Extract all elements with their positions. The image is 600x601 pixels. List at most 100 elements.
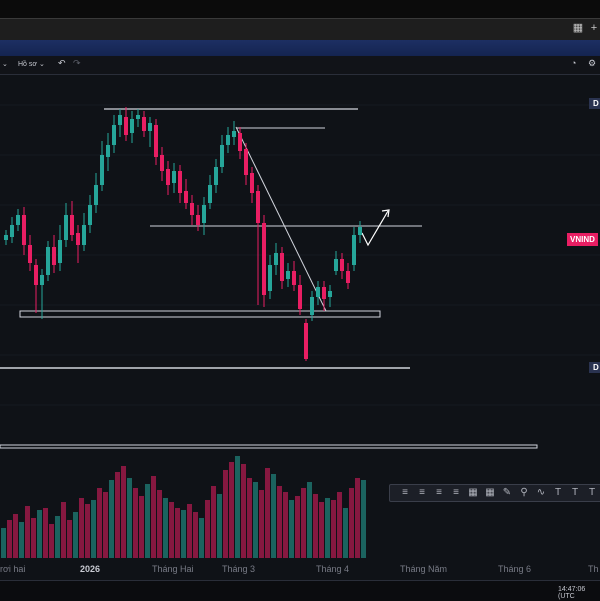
- candle-body: [70, 215, 74, 235]
- candle-body: [10, 225, 14, 237]
- candle-body: [286, 271, 290, 279]
- volume-bar: [337, 492, 342, 558]
- grid-icon[interactable]: ▦: [571, 21, 585, 35]
- candle-body: [28, 245, 32, 263]
- volume-bar: [103, 492, 108, 558]
- text-icon[interactable]: T: [585, 486, 599, 500]
- volume-bar: [55, 516, 60, 558]
- alarm-icon[interactable]: ◔: [571, 58, 576, 68]
- plus-icon[interactable]: +: [587, 21, 600, 35]
- volume-bar: [355, 478, 360, 558]
- volume-bar: [19, 522, 24, 558]
- volume-bar: [283, 492, 288, 558]
- clock-readout: 14:47:06 (UTC: [558, 586, 586, 600]
- volume-bar: [145, 484, 150, 558]
- volume-bar: [49, 524, 54, 558]
- volume-bar: [169, 502, 174, 558]
- text-icon[interactable]: T: [551, 486, 565, 500]
- time-axis-label: Tháng 3: [222, 564, 256, 574]
- candle-body: [94, 185, 98, 205]
- align-left-icon[interactable]: ≡: [398, 486, 412, 500]
- volume-bar: [127, 478, 132, 558]
- volume-bar: [193, 512, 198, 558]
- candle-body: [232, 131, 236, 137]
- volume-bar: [73, 512, 78, 558]
- volume-bar: [295, 496, 300, 558]
- volume-bar: [31, 518, 36, 558]
- volume-bar: [235, 456, 240, 558]
- align-right-icon[interactable]: ≡: [432, 486, 446, 500]
- volume-bar: [25, 506, 30, 558]
- candle-body: [166, 169, 170, 185]
- volume-bar: [151, 476, 156, 558]
- candle-body: [178, 171, 182, 193]
- volume-bar: [79, 498, 84, 558]
- grid-icon[interactable]: ▦: [466, 486, 480, 500]
- candle-body: [322, 287, 326, 299]
- candle-body: [130, 119, 134, 133]
- candle-body: [334, 259, 338, 271]
- volume-bar: [61, 502, 66, 558]
- volume-bar: [97, 488, 102, 558]
- candle-body: [82, 225, 86, 245]
- volume-bar: [361, 480, 366, 558]
- link-icon[interactable]: ⚲: [517, 486, 531, 500]
- volume-bar: [331, 500, 336, 558]
- volume-bar: [187, 504, 192, 558]
- projection-arrow: [361, 210, 389, 247]
- candle-body: [100, 155, 104, 185]
- time-axis-label: Tháng Năm: [400, 564, 448, 574]
- volume-bar: [349, 488, 354, 558]
- volume-bar: [319, 502, 324, 558]
- undo-icon[interactable]: ↶: [58, 58, 66, 69]
- candle-body: [250, 173, 254, 193]
- volume-bar: [163, 498, 168, 558]
- status-footer: 14:47:06 (UTC: [0, 580, 600, 601]
- candle-body: [22, 215, 26, 245]
- volume-bar: [301, 488, 306, 558]
- align-center-icon[interactable]: ≡: [415, 486, 429, 500]
- volume-bar: [7, 520, 12, 558]
- profile-label: Hồ sơ: [18, 61, 37, 68]
- volume-bar: [139, 496, 144, 558]
- candle-body: [124, 117, 128, 135]
- candle-body: [106, 145, 110, 157]
- text-icon[interactable]: T: [568, 486, 582, 500]
- candle-body: [208, 185, 212, 203]
- table-icon[interactable]: ▦: [483, 486, 497, 500]
- time-axis[interactable]: rơi hai 2026 Tháng Hai Tháng 3 Tháng 4 Tháng …: [0, 560, 600, 580]
- time-axis-label: Tháng Hai: [152, 564, 194, 574]
- justify-icon[interactable]: ≡: [449, 486, 463, 500]
- volume-bar: [175, 508, 180, 558]
- candle-body: [268, 265, 272, 291]
- volume-bar: [91, 500, 96, 558]
- volume-bar: [289, 500, 294, 558]
- symbol-price-tag: VNIND: [567, 233, 598, 246]
- time-axis-label: Th: [588, 564, 599, 574]
- volume-bar: [307, 482, 312, 558]
- volume-bar: [37, 510, 42, 558]
- volume-bar: [199, 518, 204, 558]
- candle-body: [190, 203, 194, 215]
- volume-bar: [325, 498, 330, 558]
- candle-body: [244, 149, 248, 175]
- chevron-down-icon[interactable]: ⌄: [2, 60, 8, 68]
- volume-bar: [277, 486, 282, 558]
- volume-bar: [253, 482, 258, 558]
- candle-body: [46, 247, 50, 275]
- profile-menu[interactable]: Hồ sơ ⌄: [18, 60, 45, 68]
- gear-icon[interactable]: ⚙: [588, 58, 596, 69]
- candle-body: [346, 271, 350, 283]
- chart-area[interactable]: [0, 75, 600, 585]
- candle-body: [52, 247, 56, 265]
- redo-icon[interactable]: ↷: [73, 58, 81, 69]
- chevron-down-icon: ⌄: [38, 61, 45, 68]
- candle-body: [16, 215, 20, 225]
- candle-body: [298, 285, 302, 309]
- price-chart[interactable]: [0, 75, 600, 585]
- pen-icon[interactable]: ✎: [500, 486, 514, 500]
- wave-icon[interactable]: ∿: [534, 486, 548, 500]
- tab-strip: [0, 18, 600, 41]
- candle-body: [4, 235, 8, 240]
- volume-bar: [271, 474, 276, 558]
